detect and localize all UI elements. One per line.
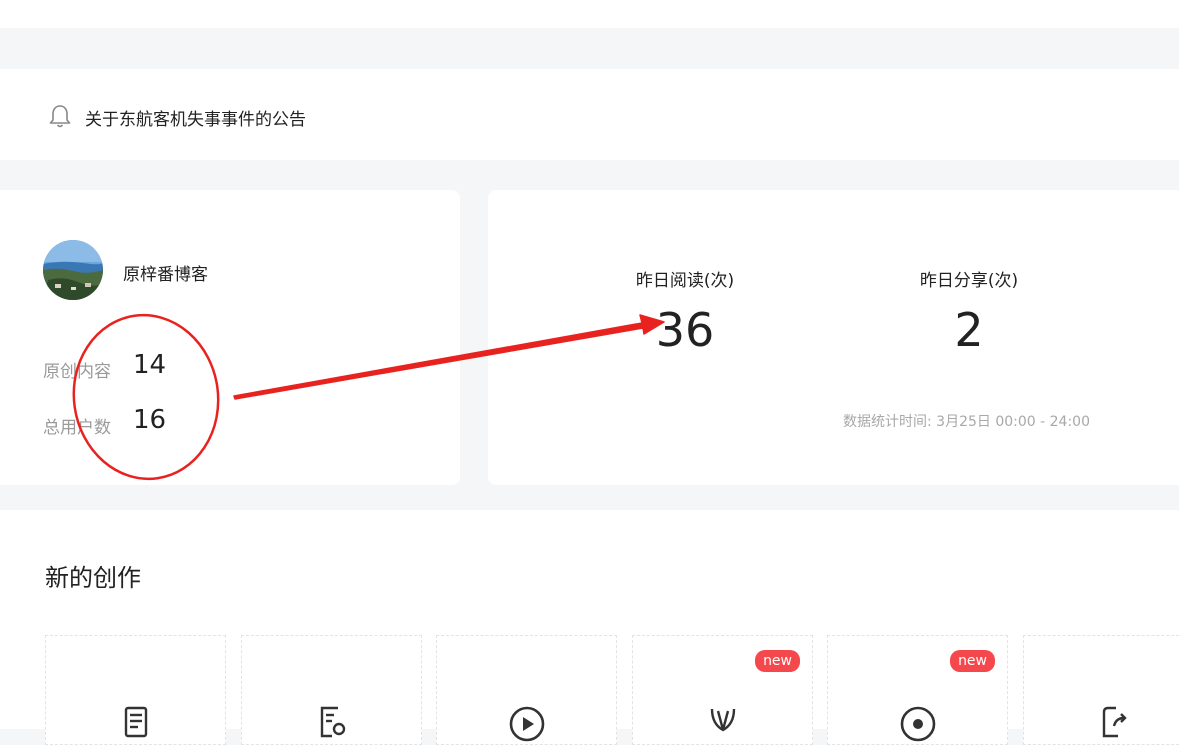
yesterday-stats-card — [488, 190, 1179, 485]
article-icon — [124, 706, 147, 738]
notice-text[interactable]: 关于东航客机失事事件的公告 — [85, 105, 306, 130]
top-bar — [0, 0, 1179, 28]
yesterday-reads-value: 36 — [655, 303, 715, 357]
profile-card — [0, 190, 460, 485]
blog-name[interactable]: 原梓番博客 — [123, 260, 208, 285]
original-content-value: 14 — [133, 350, 167, 380]
avatar[interactable] — [43, 240, 103, 300]
yesterday-shares-label: 昨日分享(次) — [919, 271, 1019, 291]
total-users-label: 总用户数 — [43, 418, 111, 438]
tag-icon — [710, 708, 735, 732]
total-users-value: 16 — [133, 405, 167, 435]
create-title: 新的创作 — [45, 564, 141, 592]
doc-edit-icon — [320, 706, 345, 738]
bell-icon — [49, 105, 71, 128]
stat-time: 数据统计时间: 3月25日 00:00 - 24:00 — [843, 414, 1090, 430]
share-doc-icon — [1102, 706, 1127, 738]
original-content-label: 原创内容 — [43, 362, 111, 382]
record-icon — [900, 706, 935, 742]
new-badge: new — [950, 650, 995, 672]
play-icon — [509, 706, 544, 742]
yesterday-reads-label: 昨日阅读(次) — [635, 271, 735, 291]
yesterday-shares-value: 2 — [954, 303, 984, 357]
new-badge: new — [755, 650, 800, 672]
